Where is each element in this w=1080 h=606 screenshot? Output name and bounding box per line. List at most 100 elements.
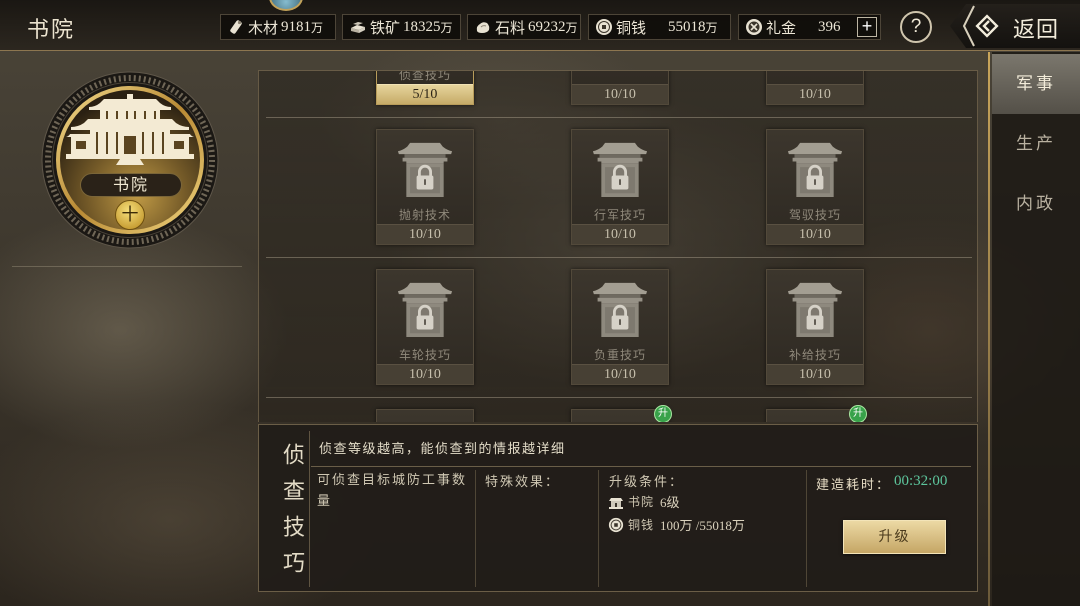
building-name: 书院 (80, 173, 182, 197)
gift-money-icon (745, 18, 763, 36)
locked-tower-icon (397, 279, 453, 339)
tab-label: 内政 (1016, 194, 1056, 214)
stone-icon (474, 18, 492, 36)
frame-line (988, 52, 990, 606)
tech-name: 行军技巧 (593, 208, 646, 222)
tech-card[interactable]: 升 (766, 405, 867, 422)
tab-production[interactable]: 生产 (992, 114, 1080, 174)
locked-tower-icon (592, 139, 648, 199)
divider (309, 431, 310, 587)
top-bar: 书院 木材 9181 万 铁矿 18325 万 石料 69232 万 铜钱 55… (0, 0, 1080, 51)
tech-detail-panel: 侦查技巧 侦查等级越高，能侦查到的情报越详细 可侦查目标城防工事数量 特殊效果：… (258, 424, 978, 592)
special-effect-label: 特殊效果： (485, 475, 561, 490)
wood-icon (227, 18, 245, 36)
requirement-value: 6级 (660, 495, 680, 510)
academy-small-icon (608, 494, 624, 510)
tech-card[interactable]: 抛射技术 10/10 (376, 129, 474, 245)
tab-internal-affairs[interactable]: 内政 (992, 174, 1080, 234)
detail-title: 侦查技巧 (279, 443, 304, 587)
tech-level: 10/10 (767, 224, 863, 244)
tech-row: 侦查技巧 5/10 10/10 10/10 (259, 70, 977, 117)
detail-description: 侦查等级越高，能侦查到的情报越详细 (319, 442, 566, 457)
tech-card[interactable] (376, 409, 474, 422)
tech-card[interactable]: 驾驭技巧 10/10 (766, 129, 864, 245)
resource-amount: 69232 (528, 18, 566, 35)
tech-name: 驾驭技巧 (788, 208, 841, 222)
requirements-label: 升级条件： (609, 475, 685, 490)
tech-name: 负重技巧 (593, 348, 646, 362)
locked-tower-icon (787, 139, 843, 199)
upgrade-available-badge: 升 (654, 405, 672, 422)
tech-name: 车轮技巧 (398, 348, 451, 362)
tech-card[interactable]: 车轮技巧 10/10 (376, 269, 474, 385)
left-divider (12, 266, 242, 267)
tech-level: 10/10 (767, 84, 863, 104)
resource-label: 铁矿 (370, 18, 401, 37)
tech-level: 10/10 (572, 224, 668, 244)
tab-military[interactable]: 军事 (992, 54, 1080, 114)
tech-card[interactable]: 10/10 (766, 71, 864, 105)
build-time-label: 建造耗时： (816, 478, 892, 493)
divider (311, 466, 971, 467)
row-divider (266, 117, 972, 118)
tech-level: 10/10 (572, 364, 668, 384)
resource-amount: 18325 (403, 18, 441, 35)
category-tabs: 军事 生产 内政 (992, 52, 1080, 606)
help-button[interactable]: ? (900, 11, 932, 43)
tech-card[interactable]: 侦查技巧 5/10 (376, 70, 474, 105)
tech-card[interactable]: 升 (571, 405, 672, 422)
tech-level: 10/10 (377, 364, 473, 384)
row-divider (266, 257, 972, 258)
back-arrow-icon (975, 14, 999, 38)
requirement-label: 铜钱 (628, 518, 655, 532)
resource-label: 木材 (248, 18, 279, 37)
upgrade-button[interactable]: 升级 (843, 520, 946, 554)
resource-amount: 396 (818, 18, 841, 35)
requirement-row: 书院 6级 (608, 492, 680, 511)
tech-row: 抛射技术 10/10 行军技巧 10/10 驾驭技巧 10/10 (259, 117, 977, 257)
tech-name: 侦查技巧 (398, 70, 451, 82)
upgrade-available-badge: 升 (849, 405, 867, 422)
tech-card[interactable]: 补给技巧 10/10 (766, 269, 864, 385)
top-ornament-icon (269, 0, 303, 11)
copper-coin-icon (608, 517, 624, 533)
building-level-badge[interactable]: 十 (115, 200, 145, 230)
locked-tower-icon (397, 139, 453, 199)
tech-level: 10/10 (572, 84, 668, 104)
requirement-label: 书院 (628, 495, 655, 509)
tab-label: 军事 (1016, 74, 1056, 94)
tech-row: 车轮技巧 10/10 负重技巧 10/10 补给技巧 10/10 (259, 257, 977, 397)
tech-level: 5/10 (377, 84, 473, 104)
resource-copper: 铜钱 55018 万 (588, 14, 731, 40)
tech-card[interactable]: 行军技巧 10/10 (571, 129, 669, 245)
back-label[interactable]: 返回 (1013, 12, 1059, 44)
tech-card[interactable]: 负重技巧 10/10 (571, 269, 669, 385)
tech-grid[interactable]: 侦查技巧 5/10 10/10 10/10 抛射技术 10/10 行军技巧 10/10 驾驭技巧… (258, 70, 978, 422)
divider (806, 470, 807, 587)
requirement-row: 铜钱 100万 /55018万 (608, 515, 745, 534)
row-divider (266, 397, 972, 398)
tech-name: 抛射技术 (398, 208, 451, 222)
locked-tower-icon (592, 279, 648, 339)
page-title: 书院 (27, 18, 76, 43)
copper-coin-icon (595, 18, 613, 36)
tech-card[interactable]: 10/10 (571, 71, 669, 105)
resource-unit: 万 (705, 20, 718, 35)
resource-amount: 9181 (281, 18, 312, 35)
resource-gift-money: 礼金 396 + (738, 14, 881, 40)
resource-stone: 石料 69232 万 (467, 14, 581, 40)
resource-iron: 铁矿 18325 万 (342, 14, 461, 40)
add-gift-money-button[interactable]: + (857, 17, 877, 37)
build-time-value: 00:32:00 (894, 473, 948, 489)
resource-unit: 万 (311, 20, 324, 35)
tech-level: 10/10 (767, 364, 863, 384)
requirement-value: 100万 /55018万 (660, 518, 745, 533)
detail-effect: 可侦查目标城防工事数量 (317, 473, 468, 509)
resource-unit: 万 (440, 20, 453, 35)
iron-ore-icon (349, 18, 367, 36)
resource-label: 礼金 (766, 18, 797, 37)
resource-label: 石料 (495, 18, 526, 37)
locked-tower-icon (787, 279, 843, 339)
resource-unit: 万 (565, 20, 578, 35)
resource-label: 铜钱 (616, 18, 647, 37)
